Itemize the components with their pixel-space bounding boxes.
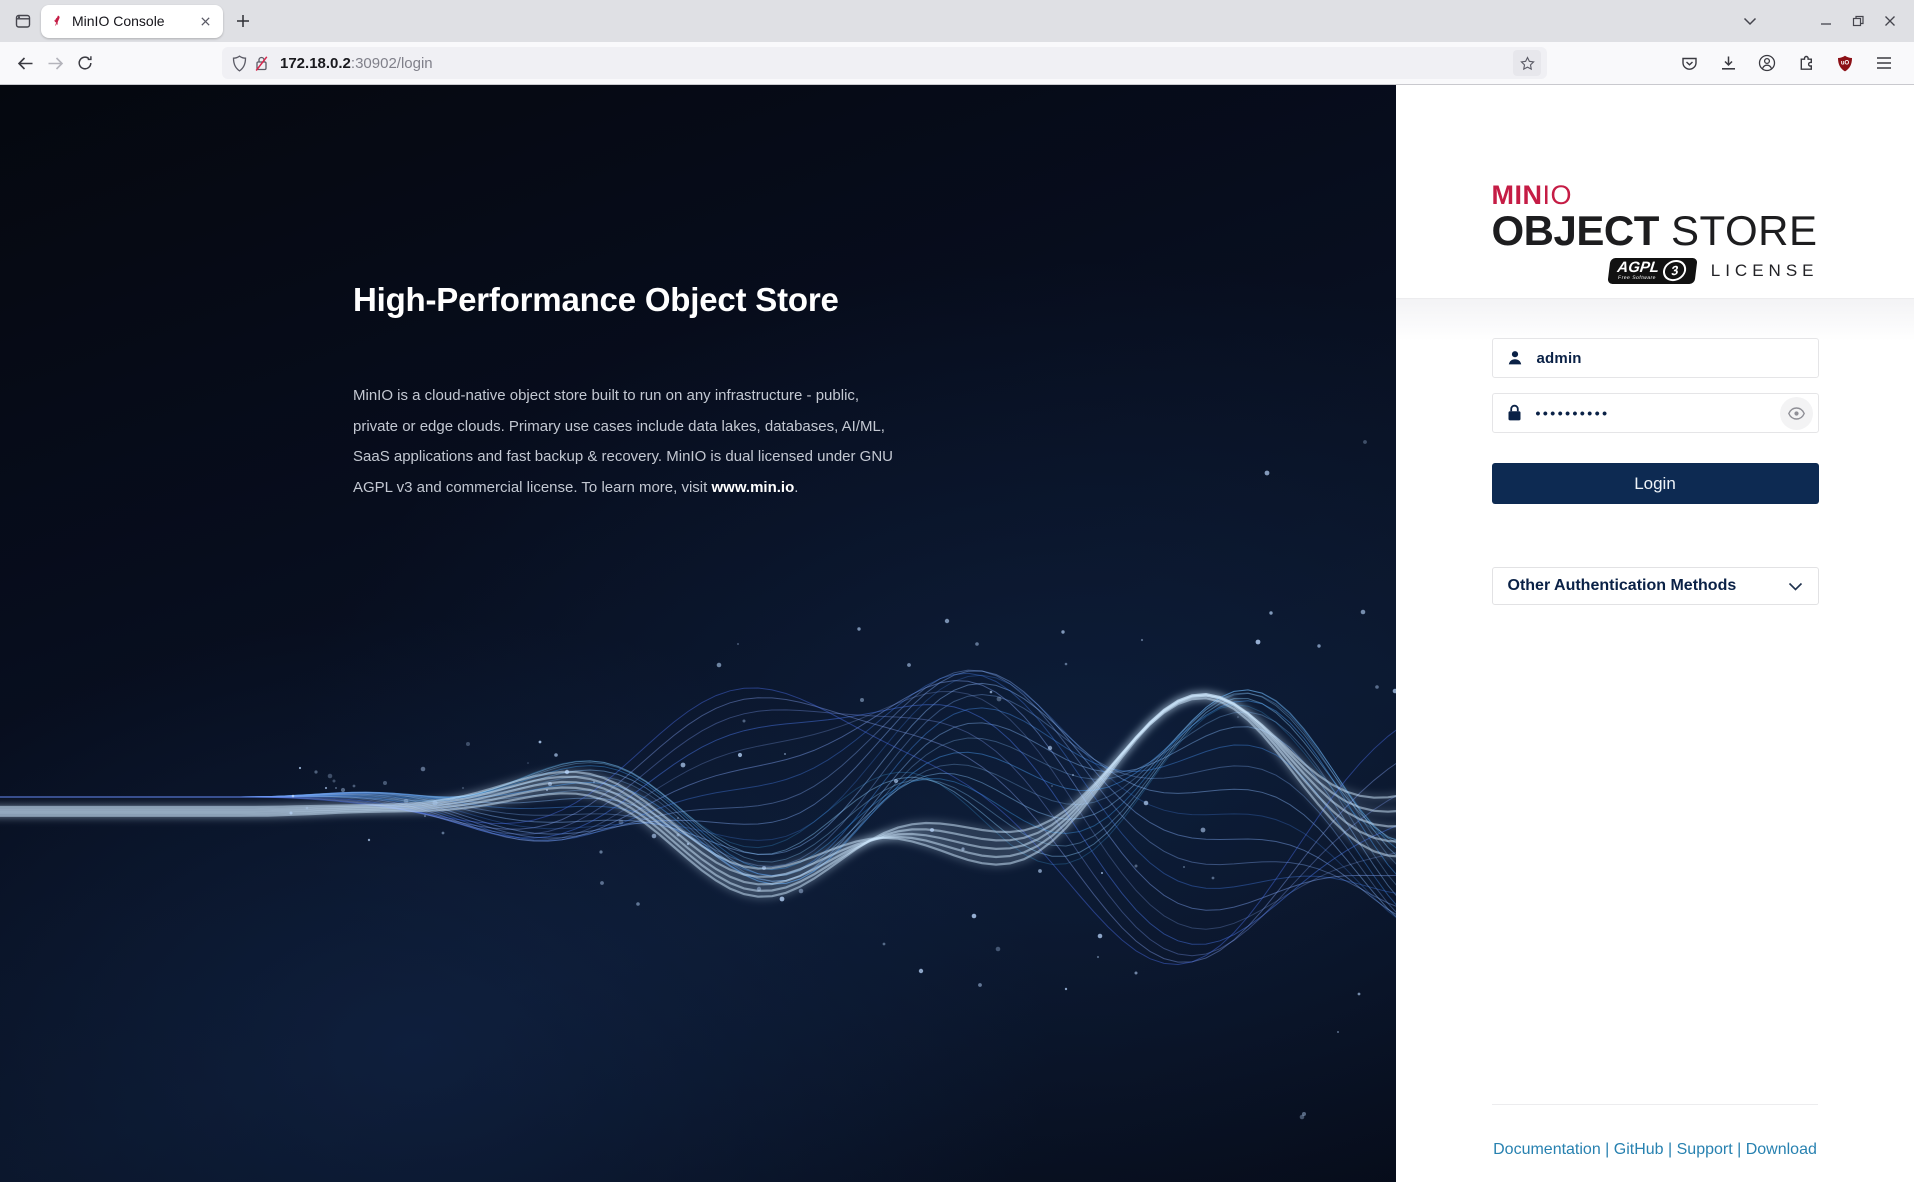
hero-title: High-Performance Object Store xyxy=(353,281,901,319)
tab-favicon-minio-flamingo-icon xyxy=(50,14,64,29)
tab-strip: MinIO Console xyxy=(0,0,1914,42)
brand-io: IO xyxy=(1543,180,1573,210)
username-field[interactable]: admin xyxy=(1492,338,1819,378)
tab-minio-console[interactable]: MinIO Console xyxy=(41,5,223,38)
chevron-down-icon xyxy=(1788,582,1803,591)
forward-icon[interactable] xyxy=(40,48,70,78)
brand-store: STORE xyxy=(1671,207,1817,254)
object-store-wordmark: OBJECT STORE xyxy=(1492,208,1819,253)
tab-title: MinIO Console xyxy=(72,13,186,29)
firefox-view-icon[interactable] xyxy=(8,6,38,36)
minio-wordmark: MINIO xyxy=(1492,183,1819,207)
login-panel: MINIO OBJECT STORE AGPL Free Software 3 … xyxy=(1396,85,1914,1182)
wave-background-graphic xyxy=(0,85,1396,1182)
tracking-shield-icon[interactable] xyxy=(232,55,247,72)
agpl-v3-badge: AGPL Free Software 3 xyxy=(1607,258,1697,284)
user-icon xyxy=(1506,349,1524,367)
other-auth-label: Other Authentication Methods xyxy=(1508,577,1737,595)
new-tab-icon[interactable] xyxy=(228,6,258,36)
license-label: LICENSE xyxy=(1711,261,1819,281)
lock-icon xyxy=(1506,404,1523,422)
footer-separator: | xyxy=(1733,1141,1746,1158)
toolbar-icons: uO xyxy=(1675,49,1904,77)
back-icon[interactable] xyxy=(10,48,40,78)
browser-window: MinIO Console xyxy=(0,0,1914,1182)
footer-links: Documentation | GitHub | Support | Downl… xyxy=(1396,1105,1914,1182)
agpl-label: AGPL xyxy=(1616,261,1659,275)
page-content: High-Performance Object Store MinIO is a… xyxy=(0,85,1914,1182)
agpl-version: 3 xyxy=(1662,258,1687,283)
adblocker-shield-icon[interactable]: uO xyxy=(1831,49,1859,77)
footer-separator: | xyxy=(1664,1141,1677,1158)
url-path: :30902/login xyxy=(351,55,433,72)
extensions-icon[interactable] xyxy=(1792,49,1820,77)
free-software-label: Free Software xyxy=(1618,276,1656,280)
url-text[interactable]: 172.18.0.2:30902/login xyxy=(280,55,1506,72)
download-link[interactable]: Download xyxy=(1746,1141,1817,1158)
url-bar[interactable]: 172.18.0.2:30902/login xyxy=(222,47,1547,79)
restore-icon[interactable] xyxy=(1842,6,1874,36)
account-icon[interactable] xyxy=(1753,49,1781,77)
tab-close-icon[interactable] xyxy=(194,10,216,32)
show-password-eye-icon[interactable] xyxy=(1780,397,1813,430)
window-controls xyxy=(1734,6,1906,36)
menu-hamburger-icon[interactable] xyxy=(1870,49,1898,77)
username-value: admin xyxy=(1537,350,1582,367)
reload-icon[interactable] xyxy=(70,48,100,78)
pocket-icon[interactable] xyxy=(1675,49,1703,77)
tabs-list-chevron-icon[interactable] xyxy=(1734,6,1766,36)
downloads-icon[interactable] xyxy=(1714,49,1742,77)
brand-section: MINIO OBJECT STORE AGPL Free Software 3 … xyxy=(1396,85,1914,298)
window-close-icon[interactable] xyxy=(1874,6,1906,36)
minimize-icon[interactable] xyxy=(1810,6,1842,36)
login-form-section: admin •••••••••• xyxy=(1396,298,1914,1182)
documentation-link[interactable]: Documentation xyxy=(1493,1141,1601,1158)
minio-logo: MINIO OBJECT STORE AGPL Free Software 3 … xyxy=(1492,183,1819,284)
other-auth-methods-toggle[interactable]: Other Authentication Methods xyxy=(1492,567,1819,605)
brand-object: OBJECT xyxy=(1492,207,1659,254)
license-row: AGPL Free Software 3 LICENSE xyxy=(1492,258,1819,284)
login-footer: Documentation | GitHub | Support | Downl… xyxy=(1396,1104,1914,1182)
hero-panel: High-Performance Object Store MinIO is a… xyxy=(0,85,1396,1182)
hero-description-text: MinIO is a cloud-native object store bui… xyxy=(353,387,893,496)
support-link[interactable]: Support xyxy=(1677,1141,1733,1158)
brand-min: MIN xyxy=(1492,180,1543,210)
hero-description: MinIO is a cloud-native object store bui… xyxy=(353,381,901,503)
password-masked-value: •••••••••• xyxy=(1536,405,1610,421)
bookmark-star-icon[interactable] xyxy=(1513,50,1541,76)
password-field[interactable]: •••••••••• xyxy=(1492,393,1819,433)
footer-separator: | xyxy=(1601,1141,1614,1158)
url-host: 172.18.0.2 xyxy=(280,55,351,72)
minio-website-link[interactable]: www.min.io xyxy=(711,479,794,496)
hero-copy: High-Performance Object Store MinIO is a… xyxy=(353,281,901,503)
hero-link-suffix: . xyxy=(794,479,798,496)
login-button[interactable]: Login xyxy=(1492,463,1819,504)
insecure-lock-icon[interactable] xyxy=(254,55,269,72)
login-form: admin •••••••••• xyxy=(1492,338,1819,605)
browser-toolbar: 172.18.0.2:30902/login xyxy=(0,42,1914,85)
svg-text:uO: uO xyxy=(1841,60,1850,66)
github-link[interactable]: GitHub xyxy=(1614,1141,1664,1158)
